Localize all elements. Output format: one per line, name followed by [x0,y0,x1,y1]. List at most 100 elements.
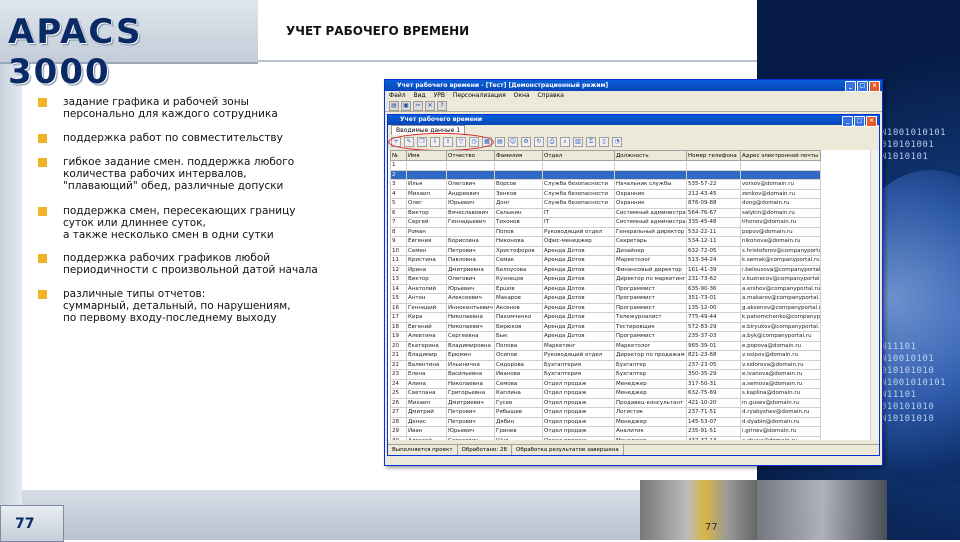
table-cell[interactable]: 6 [390,207,407,218]
table-cell[interactable]: Гусев [494,397,543,408]
table-cell[interactable]: popov@domain.ru [740,226,821,237]
table-cell[interactable]: Олегович [446,274,495,285]
table-cell[interactable] [446,169,495,180]
column-header[interactable]: № [390,150,407,161]
table-cell[interactable]: e.ivanova@domain.ru [740,369,821,380]
table-cell[interactable]: Владимировна [446,340,495,351]
table-row[interactable]: 27 Дмитрий Петрович Рябышев Отдел продаж Логи… [390,407,821,418]
table-cell[interactable]: 24 [390,378,407,389]
table-cell[interactable]: e.popova@domain.ru [740,340,821,351]
table-cell[interactable]: Системный администратор [614,207,687,218]
table-cell[interactable]: Екатерина [406,340,447,351]
table-cell[interactable] [406,169,447,180]
table-cell[interactable]: zenkov@domain.ru [740,188,821,199]
table-cell[interactable]: Менеджер [614,378,687,389]
table-cell[interactable]: Бухгалтерия [542,359,615,370]
table-cell[interactable]: 632-75-69 [686,388,741,399]
table-cell[interactable] [406,160,447,171]
table-row[interactable]: 17 Кира Николаевна Пахомченко Аренда Дотов Те… [390,312,821,323]
table-cell[interactable]: a.semova@domain.ru [740,378,821,389]
table-cell[interactable]: Каплина [494,388,543,399]
table-row[interactable]: 3 Илья Олегович Ворсов Служба безопасности На… [390,179,821,190]
table-row[interactable]: 10 Семен Петрович Христофоров Аренда Дотов Ди… [390,245,821,256]
table-cell[interactable]: Христофоров [494,245,543,256]
table-cell[interactable]: 532-22-11 [686,226,741,237]
table-cell[interactable]: Светлана [406,388,447,399]
table-cell[interactable]: Бирюков [494,321,543,332]
table-row[interactable]: 16 Геннадий Иннокентьевич Аксенов Аренда Дот… [390,302,821,313]
table-cell[interactable]: Маркетолог [614,255,687,266]
table-cell[interactable]: Отдел продаж [542,426,615,437]
table-cell[interactable]: a.ershov@companyportal.ru [740,283,821,294]
users-icon[interactable]: ☺ [508,136,518,147]
table-cell[interactable]: 237-23-05 [686,359,741,370]
table-cell[interactable]: s.hristoforov@companyportal.ru [740,245,821,256]
table-cell[interactable]: Андреевич [446,188,495,199]
table-cell[interactable]: Офис-менеджер [542,236,615,247]
chart-icon[interactable]: ▥ [573,136,583,147]
table-cell[interactable]: Юрьевич [446,283,495,294]
table-cell[interactable]: Бухгалтер [614,369,687,380]
table-cell[interactable]: 965-39-01 [686,340,741,351]
table-cell[interactable]: Геннадий [406,302,447,313]
table-cell[interactable] [740,169,821,180]
table-cell[interactable]: tihonov@domain.ru [740,217,821,228]
table-cell[interactable]: Васильевна [446,369,495,380]
table-cell[interactable]: Евгения [406,236,447,247]
table-cell[interactable]: Виктор [406,207,447,218]
table-cell[interactable]: Аренда Дотов [542,255,615,266]
refresh-icon[interactable]: ↻ [534,136,544,147]
table-cell[interactable]: 235-91-51 [686,426,741,437]
table-cell[interactable]: Руководящий отдел [542,350,615,361]
table-cell[interactable]: Алевтина [406,331,447,342]
table-cell[interactable]: 3 [390,179,407,190]
table-cell[interactable]: Семак [494,255,543,266]
settings-icon[interactable]: ⚙ [521,136,531,147]
table-row[interactable]: 26 Михаил Дмитриевич Гусев Отдел продаж Прода… [390,397,821,408]
table-cell[interactable]: Программист [614,283,687,294]
report-icon[interactable]: ▤ [495,136,505,147]
column-header[interactable]: Должность [614,150,687,161]
table-cell[interactable]: Попов [494,226,543,237]
table-cell[interactable]: a.byk@companyportal.ru [740,331,821,342]
table-cell[interactable]: 18 [390,321,407,332]
key-icon[interactable]: ⚿ [586,136,596,147]
table-cell[interactable]: 9 [390,236,407,247]
table-cell[interactable]: Роман [406,226,447,237]
table-cell[interactable]: Петрович [446,407,495,418]
minimize-icon[interactable]: _ [842,116,853,127]
table-cell[interactable]: Юрьевич [446,198,495,209]
table-cell[interactable]: Аренда Дотов [542,321,615,332]
table-cell[interactable]: Маркетинг [542,340,615,351]
table-row[interactable]: 23 Елена Васильевна Иванова Бухгалтерия Бухга… [390,369,821,380]
column-header[interactable]: Адрес электронной почты [740,150,821,161]
table-cell[interactable]: Бухгалтер [614,359,687,370]
table-cell[interactable]: Дябин [494,416,543,427]
table-cell[interactable]: 7 [390,217,407,228]
table-cell[interactable]: Белоусова [494,264,543,275]
table-row[interactable]: 9 Евгения Борисовна Никонова Офис-менеджер Се… [390,236,821,247]
table-cell[interactable]: Петрович [446,416,495,427]
table-cell[interactable]: Пахомченко [494,312,543,323]
table-cell[interactable]: Программист [614,293,687,304]
table-row[interactable]: 19 Алевтина Сергеевна Бык Аренда Дотов Програ… [390,331,821,342]
table-cell[interactable]: Отдел продаж [542,416,615,427]
table-cell[interactable]: 237-71-51 [686,407,741,418]
table-cell[interactable]: Кузнецов [494,274,543,285]
table-cell[interactable]: Вячеславович [446,207,495,218]
table-cell[interactable]: 534-12-11 [686,236,741,247]
table-cell[interactable]: Дмитрий [406,407,447,418]
table-cell[interactable]: 12 [390,264,407,275]
table-cell[interactable]: 25 [390,388,407,399]
table-cell[interactable]: dong@domain.ru [740,198,821,209]
table-cell[interactable]: Аналитик [614,426,687,437]
table-cell[interactable]: 351-73-01 [686,293,741,304]
table-cell[interactable]: Тележурналист [614,312,687,323]
table-cell[interactable]: Руководящий отдел [542,226,615,237]
table-cell[interactable]: Дмитриевна [446,264,495,275]
table-cell[interactable]: s.kaplina@domain.ru [740,388,821,399]
table-cell[interactable]: 26 [390,397,407,408]
menu-personalization[interactable]: Персонализация [453,92,506,99]
table-cell[interactable]: Служба безопасности [542,198,615,209]
table-cell[interactable]: 135-12-00 [686,302,741,313]
